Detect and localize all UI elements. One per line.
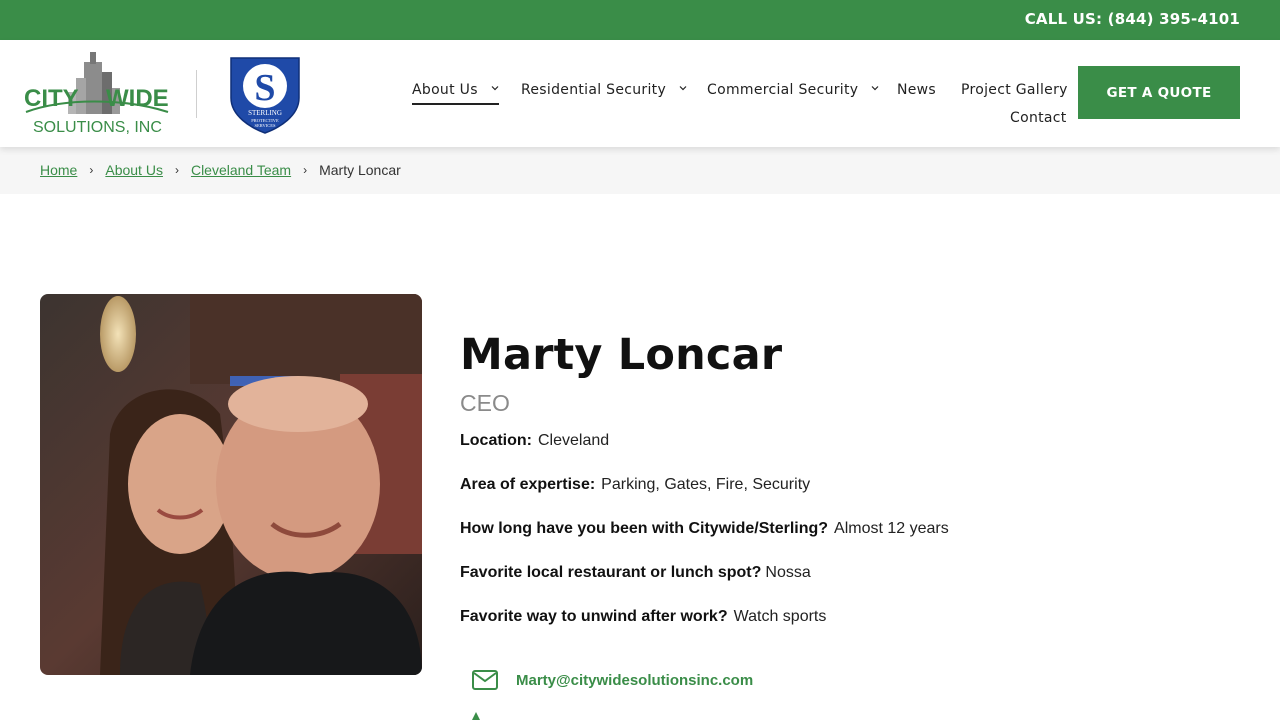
breadcrumb-cleveland-team[interactable]: Cleveland Team (191, 162, 291, 178)
field-value: Almost 12 years (834, 520, 949, 537)
breadcrumb-current: Marty Loncar (319, 162, 401, 178)
field-location: Location: Cleveland (460, 432, 609, 450)
citywide-logo[interactable]: CITY WIDE SOLUTIONS, INC (24, 50, 170, 136)
sterling-s-letter: S (254, 67, 275, 109)
chevron-right-icon: › (174, 163, 179, 177)
field-value: Watch sports (733, 608, 827, 625)
sterling-name: STERLING (248, 109, 282, 117)
field-label: Favorite local restaurant or lunch spot? (460, 564, 762, 581)
field-expertise: Area of expertise: Parking, Gates, Fire, … (460, 476, 810, 494)
chevron-right-icon: › (89, 163, 94, 177)
envelope-icon (472, 670, 498, 690)
logo-wide-text: WIDE (106, 85, 169, 112)
nav-contact[interactable]: Contact (1010, 110, 1067, 126)
site-header: CITY WIDE SOLUTIONS, INC S STERLING PROT… (0, 40, 1280, 147)
chevron-right-icon: › (303, 163, 308, 177)
logo-divider (196, 70, 197, 118)
field-value: Nossa (765, 564, 811, 581)
email-contact: Marty@citywidesolutionsinc.com (472, 670, 753, 690)
profile-name: Marty Loncar (460, 330, 783, 380)
phone-icon (472, 712, 480, 720)
chevron-down-icon (491, 86, 498, 91)
logo-solutions-text: SOLUTIONS, INC (33, 119, 162, 136)
field-label: Location: (460, 432, 532, 449)
nav-commercial-label: Commercial Security (707, 82, 859, 98)
email-link[interactable]: Marty@citywidesolutionsinc.com (516, 672, 753, 689)
chevron-down-icon (871, 86, 879, 91)
nav-about-label: About Us (412, 82, 478, 98)
get-a-quote-button[interactable]: GET A QUOTE (1078, 66, 1240, 119)
profile-title: CEO (460, 390, 510, 416)
field-value: Cleveland (538, 432, 610, 449)
breadcrumb-bar: Home › About Us › Cleveland Team › Marty… (0, 147, 1280, 194)
top-bar: CALL US: (844) 395-4101 (0, 0, 1280, 40)
field-label: Favorite way to unwind after work? (460, 608, 728, 625)
profile-photo (40, 294, 422, 675)
nav-news[interactable]: News (897, 82, 936, 98)
nav-commercial-security[interactable]: Commercial Security (707, 82, 879, 98)
field-tenure: How long have you been with Citywide/Ste… (460, 520, 949, 538)
logo-city-text: CITY (24, 85, 79, 112)
breadcrumb-home[interactable]: Home (40, 162, 77, 178)
chevron-down-icon (679, 86, 687, 91)
field-label: Area of expertise: (460, 476, 596, 493)
sterling-shield-logo[interactable]: S STERLING PROTECTIVE SERVICES (229, 54, 301, 134)
field-unwind: Favorite way to unwind after work? Watch … (460, 608, 826, 626)
nav-residential-security[interactable]: Residential Security (521, 82, 687, 98)
field-value: Parking, Gates, Fire, Security (601, 476, 811, 493)
nav-residential-label: Residential Security (521, 82, 667, 98)
nav-about-us[interactable]: About Us (412, 82, 499, 105)
field-restaurant: Favorite local restaurant or lunch spot?… (460, 564, 811, 582)
nav-project-gallery[interactable]: Project Gallery (961, 82, 1068, 98)
call-us-phone[interactable]: CALL US: (844) 395-4101 (1025, 10, 1240, 28)
sterling-services: SERVICES (255, 123, 276, 128)
breadcrumb: Home › About Us › Cleveland Team › Marty… (40, 162, 401, 178)
field-label: How long have you been with Citywide/Ste… (460, 520, 829, 537)
breadcrumb-about-us[interactable]: About Us (105, 162, 163, 178)
